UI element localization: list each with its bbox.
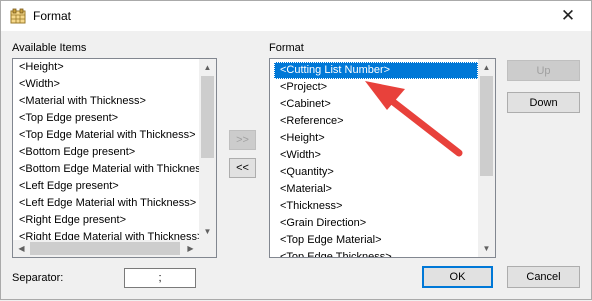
list-item[interactable]: <Width> — [13, 76, 199, 93]
scroll-right-icon[interactable]: ▶ — [182, 240, 199, 257]
list-item[interactable]: <Top Edge Material> — [274, 232, 478, 249]
format-grid-icon — [10, 8, 26, 24]
list-item[interactable]: <Left Edge Material with Thickness> — [13, 195, 199, 212]
window-title: Format — [33, 9, 72, 23]
format-items-container: <Cutting List Number> <Project> <Cabinet> <… — [270, 59, 478, 257]
format-list[interactable]: <Cutting List Number> <Project> <Cabinet> <… — [269, 58, 496, 258]
ok-button[interactable]: OK — [422, 266, 493, 288]
remove-item-button[interactable]: << — [229, 158, 256, 178]
close-icon: ✕ — [560, 6, 576, 25]
move-down-button[interactable]: Down — [507, 92, 580, 113]
list-item[interactable]: <Project> — [274, 79, 478, 96]
available-items-label: Available Items — [12, 42, 87, 54]
close-button[interactable]: ✕ — [545, 1, 591, 31]
available-items-list[interactable]: <Height> <Width> <Material with Thickness>… — [12, 58, 217, 258]
list-item[interactable]: <Thickness> — [274, 198, 478, 215]
scroll-down-icon[interactable]: ▼ — [478, 240, 495, 257]
list-item[interactable]: <Reference> — [274, 113, 478, 130]
list-item[interactable]: <Top Edge Thickness> — [274, 249, 478, 257]
list-item[interactable]: <Right Edge Material with Thickness> — [13, 229, 199, 240]
available-horizontal-scrollbar[interactable]: ◀ ▶ — [13, 240, 199, 257]
move-up-button[interactable]: Up — [507, 60, 580, 81]
format-label: Format — [269, 42, 304, 54]
list-item[interactable]: <Height> — [274, 130, 478, 147]
available-items-container: <Height> <Width> <Material with Thickness>… — [13, 59, 199, 240]
add-item-button[interactable]: >> — [229, 130, 256, 150]
list-item[interactable]: <Right Edge present> — [13, 212, 199, 229]
list-item[interactable]: <Grain Direction> — [274, 215, 478, 232]
separator-value: ; — [158, 272, 162, 284]
list-item[interactable]: <Material with Thickness> — [13, 93, 199, 110]
cancel-button[interactable]: Cancel — [507, 266, 580, 288]
scroll-up-icon[interactable]: ▲ — [478, 59, 495, 76]
list-item[interactable]: <Width> — [274, 147, 478, 164]
scroll-thumb[interactable] — [201, 76, 214, 158]
list-item[interactable]: <Cutting List Number> — [274, 62, 478, 79]
format-vertical-scrollbar[interactable]: ▲ ▼ — [478, 59, 495, 257]
list-item[interactable]: <Quantity> — [274, 164, 478, 181]
scroll-up-icon[interactable]: ▲ — [199, 59, 216, 76]
list-item[interactable]: <Top Edge present> — [13, 110, 199, 127]
list-item[interactable]: <Cabinet> — [274, 96, 478, 113]
scroll-thumb-horizontal[interactable] — [30, 242, 180, 255]
list-item[interactable]: <Bottom Edge present> — [13, 144, 199, 161]
title-bar: Format ✕ — [1, 1, 591, 31]
list-item[interactable]: <Left Edge present> — [13, 178, 199, 195]
available-vertical-scrollbar[interactable]: ▲ ▼ — [199, 59, 216, 240]
list-item[interactable]: <Material> — [274, 181, 478, 198]
separator-input[interactable]: ; — [124, 268, 196, 288]
scroll-down-icon[interactable]: ▼ — [199, 223, 216, 240]
list-item[interactable]: <Height> — [13, 59, 199, 76]
scroll-left-icon[interactable]: ◀ — [13, 240, 30, 257]
list-item[interactable]: <Bottom Edge Material with Thickness> — [13, 161, 199, 178]
format-dialog: Format ✕ Available Items <Height> <Width>… — [0, 0, 592, 300]
scroll-thumb[interactable] — [480, 76, 493, 176]
list-item[interactable]: <Top Edge Material with Thickness> — [13, 127, 199, 144]
separator-label: Separator: — [12, 272, 64, 284]
scrollbar-corner — [199, 240, 216, 257]
